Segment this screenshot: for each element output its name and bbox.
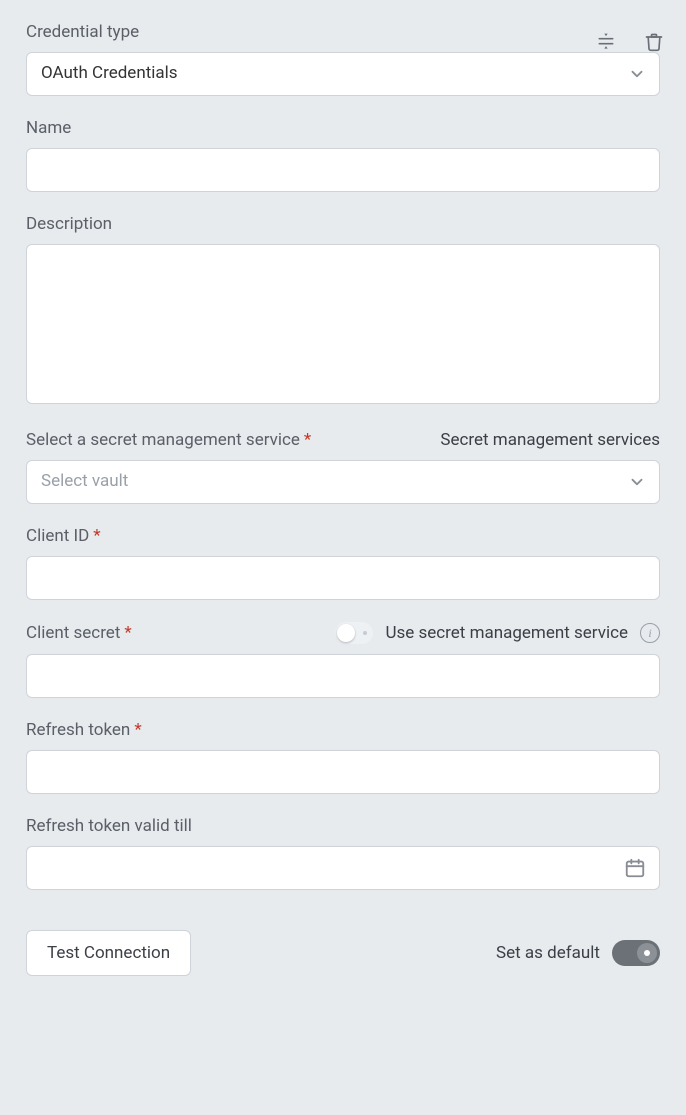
credential-type-select[interactable]: OAuth Credentials: [26, 52, 660, 96]
name-label: Name: [26, 118, 71, 138]
refresh-valid-label: Refresh token valid till: [26, 816, 192, 836]
calendar-icon[interactable]: [624, 857, 646, 879]
test-connection-button[interactable]: Test Connection: [26, 930, 191, 976]
description-label: Description: [26, 214, 112, 234]
refresh-token-input[interactable]: [26, 750, 660, 794]
secret-services-link[interactable]: Secret management services: [440, 430, 660, 450]
refresh-token-label: Refresh token*: [26, 720, 142, 740]
name-input[interactable]: [26, 148, 660, 192]
refresh-valid-input[interactable]: [26, 846, 660, 890]
client-id-label: Client ID*: [26, 526, 101, 546]
credential-type-value: OAuth Credentials: [41, 63, 178, 83]
set-default-label: Set as default: [496, 943, 600, 963]
client-id-input[interactable]: [26, 556, 660, 600]
tune-icon[interactable]: [596, 32, 616, 52]
credential-type-label: Credential type: [26, 22, 139, 42]
use-sms-toggle[interactable]: [335, 622, 373, 644]
set-default-toggle[interactable]: [612, 940, 660, 966]
trash-icon[interactable]: [644, 32, 664, 52]
use-sms-label: Use secret management service: [385, 623, 628, 643]
vault-select[interactable]: Select vault: [26, 460, 660, 504]
client-secret-label: Client secret*: [26, 623, 132, 643]
vault-placeholder: Select vault: [41, 471, 128, 491]
info-icon[interactable]: i: [640, 623, 660, 643]
vault-label: Select a secret management service*: [26, 430, 311, 450]
description-textarea[interactable]: [26, 244, 660, 404]
client-secret-input[interactable]: [26, 654, 660, 698]
